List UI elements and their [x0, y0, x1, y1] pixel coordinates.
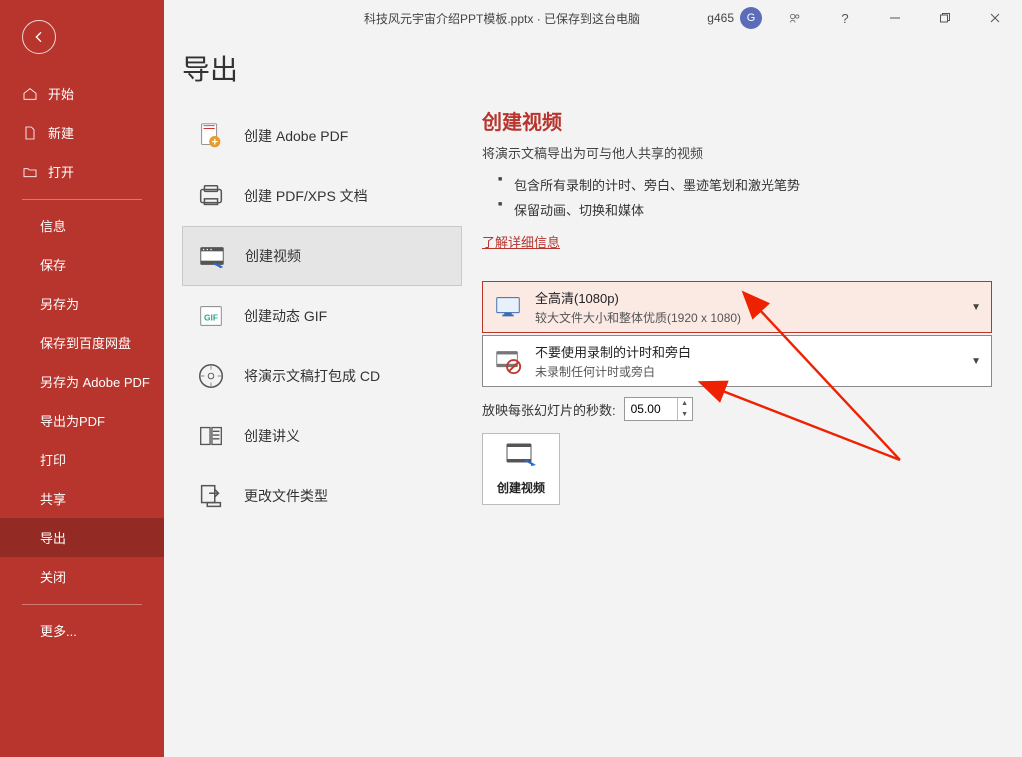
video-icon: [197, 241, 227, 271]
sidebar-item-label: 开始: [48, 84, 74, 103]
export-option-gif[interactable]: GIF 创建动态 GIF: [182, 286, 462, 346]
video-quality-dropdown[interactable]: 全高清(1080p) 较大文件大小和整体优质(1920 x 1080) ▼: [482, 281, 992, 333]
create-video-panel: 创建视频 将演示文稿导出为可与他人共享的视频 包含所有录制的计时、旁白、墨迹笔划…: [482, 106, 992, 526]
sidebar-item-home[interactable]: 开始: [0, 74, 164, 113]
page-title: 导出: [182, 48, 992, 88]
step-down-button[interactable]: ▼: [678, 409, 692, 420]
film-export-icon: [505, 442, 537, 473]
no-timing-icon: [493, 346, 523, 376]
change-type-icon: [196, 481, 226, 511]
panel-bullet: 保留动画、切换和媒体: [498, 197, 992, 222]
export-option-label: 创建讲义: [244, 426, 300, 446]
sidebar-item-save-baidu[interactable]: 保存到百度网盘: [0, 323, 164, 362]
backstage-sidebar: 开始 新建 打开 信息 保存 另存为 保存到百度网盘 另存为 Adobe PDF…: [0, 0, 164, 757]
export-option-label: 创建视频: [245, 246, 301, 266]
restore-button[interactable]: [922, 0, 968, 36]
seconds-per-slide-row: 放映每张幻灯片的秒数: ▲ ▼: [482, 397, 992, 421]
sidebar-item-info[interactable]: 信息: [0, 206, 164, 245]
title-bar: 科技风元宇宙介绍PPT模板.pptx · 已保存到这台电脑 g465 G ?: [164, 0, 1022, 36]
main-content: 导出 创建 Adobe PDF 创建 PDF/XPS 文档 创建视频 GIF 创…: [164, 36, 1022, 757]
export-option-label: 创建 Adobe PDF: [244, 126, 348, 146]
export-option-change-type[interactable]: 更改文件类型: [182, 466, 462, 526]
cd-icon: [196, 361, 226, 391]
seconds-stepper[interactable]: ▲ ▼: [624, 397, 693, 421]
timing-line1: 不要使用录制的计时和旁白: [535, 342, 965, 361]
avatar: G: [740, 7, 762, 29]
panel-heading: 创建视频: [482, 106, 992, 135]
sidebar-item-open[interactable]: 打开: [0, 152, 164, 191]
sidebar-item-export[interactable]: 导出: [0, 518, 164, 557]
seconds-input[interactable]: [625, 398, 677, 420]
learn-more-link[interactable]: 了解详细信息: [482, 232, 560, 251]
panel-bullet: 包含所有录制的计时、旁白、墨迹笔划和激光笔势: [498, 172, 992, 197]
panel-bullets: 包含所有录制的计时、旁白、墨迹笔划和激光笔势 保留动画、切换和媒体: [498, 172, 992, 222]
sidebar-item-more[interactable]: 更多...: [0, 611, 164, 650]
export-option-video[interactable]: 创建视频: [182, 226, 462, 286]
export-option-label: 更改文件类型: [244, 486, 328, 506]
pdf-adobe-icon: [196, 121, 226, 151]
timing-line2: 未录制任何计时或旁白: [535, 363, 965, 380]
sidebar-item-new[interactable]: 新建: [0, 113, 164, 152]
panel-description: 将演示文稿导出为可与他人共享的视频: [482, 143, 992, 162]
create-video-button[interactable]: 创建视频: [482, 433, 560, 505]
file-icon: [22, 125, 38, 141]
chevron-down-icon: ▼: [971, 302, 981, 313]
user-name: g465: [707, 11, 734, 25]
sidebar-item-save-adobe[interactable]: 另存为 Adobe PDF: [0, 362, 164, 401]
sidebar-item-save[interactable]: 保存: [0, 245, 164, 284]
document-title: 科技风元宇宙介绍PPT模板.pptx · 已保存到这台电脑: [364, 10, 640, 27]
export-option-label: 创建动态 GIF: [244, 306, 327, 326]
export-option-label: 将演示文稿打包成 CD: [244, 366, 380, 386]
export-option-label: 创建 PDF/XPS 文档: [244, 186, 368, 206]
sidebar-item-share[interactable]: 共享: [0, 479, 164, 518]
pdf-xps-icon: [196, 181, 226, 211]
seconds-label: 放映每张幻灯片的秒数:: [482, 400, 616, 419]
user-account[interactable]: g465 G: [701, 7, 768, 29]
handouts-icon: [196, 421, 226, 451]
sidebar-item-export-pdf[interactable]: 导出为PDF: [0, 401, 164, 440]
monitor-icon: [493, 292, 523, 322]
sidebar-item-saveas[interactable]: 另存为: [0, 284, 164, 323]
close-button[interactable]: [972, 0, 1018, 36]
svg-text:GIF: GIF: [204, 313, 218, 323]
coming-soon-icon[interactable]: [772, 0, 818, 36]
export-option-pdf-xps[interactable]: 创建 PDF/XPS 文档: [182, 166, 462, 226]
export-option-package-cd[interactable]: 将演示文稿打包成 CD: [182, 346, 462, 406]
timing-dropdown[interactable]: 不要使用录制的计时和旁白 未录制任何计时或旁白 ▼: [482, 335, 992, 387]
export-option-handouts[interactable]: 创建讲义: [182, 406, 462, 466]
folder-open-icon: [22, 164, 38, 180]
gif-icon: GIF: [196, 301, 226, 331]
help-button[interactable]: ?: [822, 0, 868, 36]
sidebar-item-close[interactable]: 关闭: [0, 557, 164, 596]
sidebar-item-label: 新建: [48, 123, 74, 142]
sidebar-item-print[interactable]: 打印: [0, 440, 164, 479]
chevron-down-icon: ▼: [971, 356, 981, 367]
home-icon: [22, 86, 38, 102]
minimize-button[interactable]: [872, 0, 918, 36]
export-options-list: 创建 Adobe PDF 创建 PDF/XPS 文档 创建视频 GIF 创建动态…: [182, 106, 462, 526]
create-video-label: 创建视频: [497, 479, 545, 496]
quality-line2: 较大文件大小和整体优质(1920 x 1080): [535, 309, 965, 326]
back-button[interactable]: [22, 20, 56, 54]
export-option-adobe-pdf[interactable]: 创建 Adobe PDF: [182, 106, 462, 166]
sidebar-item-label: 打开: [48, 162, 74, 181]
quality-line1: 全高清(1080p): [535, 288, 965, 307]
step-up-button[interactable]: ▲: [678, 398, 692, 409]
